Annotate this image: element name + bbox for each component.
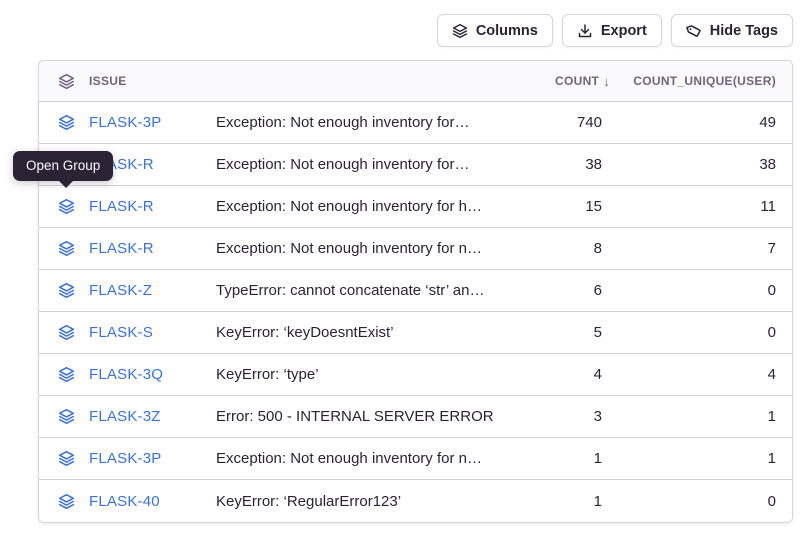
table-row: FLASK-3P Exception: Not enough inventory…	[39, 438, 792, 480]
count-value: 1	[494, 450, 612, 467]
issue-summary: Exception: Not enough inventory for h…	[216, 198, 494, 215]
count-unique-value: 38	[612, 156, 792, 173]
toolbar: Columns Export Hide Tags	[437, 14, 793, 47]
issue-summary: KeyError: ‘keyDoesntExist’	[216, 324, 494, 341]
layers-icon[interactable]	[58, 450, 75, 467]
count-unique-value: 11	[612, 198, 792, 215]
export-button[interactable]: Export	[562, 14, 662, 47]
count-value: 4	[494, 366, 612, 383]
download-icon	[577, 23, 593, 39]
issue-header-label: ISSUE	[89, 74, 127, 88]
layers-icon[interactable]	[58, 408, 75, 425]
count-value: 3	[494, 408, 612, 425]
issue-link[interactable]: FLASK-R	[89, 198, 154, 215]
layers-icon[interactable]	[58, 366, 75, 383]
issue-link[interactable]: FLASK-R	[89, 240, 154, 257]
issue-link[interactable]: FLASK-S	[89, 324, 153, 341]
count-value: 6	[494, 282, 612, 299]
tag-icon	[686, 23, 702, 39]
tooltip-label: Open Group	[26, 158, 100, 173]
issues-table: ISSUE COUNT ↓ COUNT_UNIQUE(USER) FLASK-3…	[38, 60, 793, 523]
column-header-issue[interactable]: ISSUE	[39, 73, 216, 90]
issue-link[interactable]: FLASK-3P	[89, 450, 161, 467]
count-unique-value: 0	[612, 493, 792, 510]
count-unique-value: 7	[612, 240, 792, 257]
count-unique-value: 1	[612, 408, 792, 425]
issue-summary: Exception: Not enough inventory for…	[216, 156, 494, 173]
export-button-label: Export	[601, 23, 647, 39]
count-header-label: COUNT	[555, 74, 599, 88]
count-value: 1	[494, 493, 612, 510]
issue-summary: Exception: Not enough inventory for n…	[216, 240, 494, 257]
table-row: FLASK-R Exception: Not enough inventory …	[39, 228, 792, 270]
count-unique-value: 1	[612, 450, 792, 467]
hide-tags-button-label: Hide Tags	[710, 23, 778, 39]
issue-summary: Exception: Not enough inventory for…	[216, 114, 494, 131]
issue-summary: Error: 500 - INTERNAL SERVER ERROR	[216, 408, 494, 425]
issue-link[interactable]: FLASK-Z	[89, 282, 152, 299]
table-row: FLASK-3Q KeyError: ‘type’ 4 4	[39, 354, 792, 396]
table-row: FLASK-R Exception: Not enough inventory …	[39, 144, 792, 186]
columns-button[interactable]: Columns	[437, 14, 553, 47]
layers-icon[interactable]	[58, 324, 75, 341]
issue-summary: TypeError: cannot concatenate ‘str’ an…	[216, 282, 494, 299]
tooltip-caret	[59, 181, 73, 188]
column-header-count-unique[interactable]: COUNT_UNIQUE(USER)	[612, 74, 792, 88]
layers-icon[interactable]	[58, 493, 75, 510]
count-value: 740	[494, 114, 612, 131]
count-value: 15	[494, 198, 612, 215]
table-header-row: ISSUE COUNT ↓ COUNT_UNIQUE(USER)	[39, 61, 792, 102]
table-row: FLASK-R Exception: Not enough inventory …	[39, 186, 792, 228]
table-row: FLASK-3Z Error: 500 - INTERNAL SERVER ER…	[39, 396, 792, 438]
issue-link[interactable]: FLASK-3Q	[89, 366, 163, 383]
layers-icon[interactable]	[58, 240, 75, 257]
count-value: 38	[494, 156, 612, 173]
count-unique-value: 4	[612, 366, 792, 383]
columns-button-label: Columns	[476, 23, 538, 39]
hide-tags-button[interactable]: Hide Tags	[671, 14, 793, 47]
table-row: FLASK-Z TypeError: cannot concatenate ‘s…	[39, 270, 792, 312]
open-group-tooltip: Open Group	[13, 151, 113, 181]
layers-icon[interactable]	[58, 282, 75, 299]
sort-descending-icon: ↓	[603, 74, 610, 89]
issue-summary: Exception: Not enough inventory for n…	[216, 450, 494, 467]
count-value: 8	[494, 240, 612, 257]
layers-icon[interactable]	[58, 198, 75, 215]
count-unique-header-label: COUNT_UNIQUE(USER)	[633, 74, 776, 88]
issue-link[interactable]: FLASK-3Z	[89, 408, 161, 425]
column-header-count[interactable]: COUNT ↓	[494, 74, 612, 89]
issue-summary: KeyError: ‘type’	[216, 366, 494, 383]
layers-icon[interactable]	[58, 114, 75, 131]
table-row: FLASK-S KeyError: ‘keyDoesntExist’ 5 0	[39, 312, 792, 354]
issue-link[interactable]: FLASK-40	[89, 493, 160, 510]
layers-icon	[58, 73, 75, 90]
count-value: 5	[494, 324, 612, 341]
issue-link[interactable]: FLASK-3P	[89, 114, 161, 131]
table-row: FLASK-3P Exception: Not enough inventory…	[39, 102, 792, 144]
count-unique-value: 0	[612, 282, 792, 299]
issue-summary: KeyError: ‘RegularError123’	[216, 493, 494, 510]
count-unique-value: 0	[612, 324, 792, 341]
count-unique-value: 49	[612, 114, 792, 131]
table-row: FLASK-40 KeyError: ‘RegularError123’ 1 0	[39, 480, 792, 522]
layers-icon	[452, 23, 468, 39]
